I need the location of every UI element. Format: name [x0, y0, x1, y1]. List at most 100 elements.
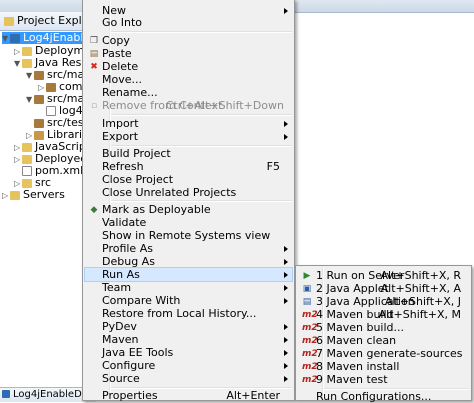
submenu-arrow-icon [284, 363, 288, 369]
submenu-arrow-icon [284, 259, 288, 265]
menu-item-import[interactable]: Import [85, 117, 292, 130]
submenu-arrow-icon [284, 376, 288, 382]
collapse-icon[interactable]: ▼ [26, 70, 34, 81]
menu-item-delete[interactable]: ✖ Delete [85, 60, 292, 73]
run-on-server-item[interactable]: ▶ 1 Run on Server Alt+Shift+X, R [298, 269, 469, 282]
maven-icon: m2 [302, 349, 318, 359]
menu-separator [111, 31, 292, 33]
expand-icon[interactable]: ▷ [26, 130, 34, 141]
file-icon [46, 106, 56, 116]
menu-item-restore-from-local-history[interactable]: Restore from Local History... [85, 307, 292, 320]
menu-item-properties[interactable]: Properties Alt+Enter [85, 389, 292, 402]
folder-icon [22, 178, 32, 188]
expand-icon[interactable]: ▷ [14, 142, 22, 153]
menu-item-configure[interactable]: Configure [85, 359, 292, 372]
maven-test-item[interactable]: m2 9 Maven test [298, 373, 469, 386]
submenu-arrow-icon [284, 324, 288, 330]
project-icon [10, 33, 20, 43]
menu-item-show-in-remote-systems[interactable]: Show in Remote Systems view [85, 229, 292, 242]
file-icon [22, 166, 32, 176]
tree-item-src[interactable]: ▷ src [14, 177, 51, 189]
folder-icon [22, 142, 32, 152]
menu-item-source[interactable]: Source [85, 372, 292, 385]
menu-item-debug-as[interactable]: Debug As [85, 255, 292, 268]
submenu-arrow-icon [284, 272, 288, 278]
maven-icon: m2 [302, 362, 318, 372]
menu-item-close-unrelated-projects[interactable]: Close Unrelated Projects [85, 186, 292, 199]
run-as-submenu: ▶ 1 Run on Server Alt+Shift+X, R ▣ 2 Java A… [295, 265, 472, 403]
java-applet-item[interactable]: ▣ 2 Java Applet Alt+Shift+X, A [298, 282, 469, 295]
menu-separator [111, 114, 292, 116]
maven-build-dialog-item[interactable]: m2 5 Maven build... [298, 321, 469, 334]
menu-item-java-ee-tools[interactable]: Java EE Tools [85, 346, 292, 359]
context-menu: New Go Into ❐ Copy ▤ Paste ✖ Delete Move...… [82, 0, 295, 402]
project-icon [2, 390, 10, 398]
menu-item-close-project[interactable]: Close Project [85, 173, 292, 186]
submenu-arrow-icon [284, 246, 288, 252]
submenu-arrow-icon [284, 350, 288, 356]
tree-item-servers[interactable]: ▷ Servers [2, 189, 65, 201]
menu-item-go-into[interactable]: Go Into [85, 16, 292, 29]
package-folder-icon [34, 118, 44, 128]
submenu-arrow-icon [284, 121, 288, 127]
run-configurations-item[interactable]: Run Configurations... [298, 390, 469, 403]
folder-icon [22, 154, 32, 164]
maven-generate-sources-item[interactable]: m2 7 Maven generate-sources [298, 347, 469, 360]
maven-build-item[interactable]: m2 4 Maven build Alt+Shift+X, M [298, 308, 469, 321]
maven-icon: m2 [302, 323, 318, 333]
menu-item-pydev[interactable]: PyDev [85, 320, 292, 333]
collapse-icon[interactable]: ▼ [26, 94, 34, 105]
paste-icon: ▤ [89, 49, 99, 59]
package-folder-icon [34, 94, 44, 104]
maven-icon: m2 [302, 310, 318, 320]
menu-item-export[interactable]: Export [85, 130, 292, 143]
tree-item-pom-xml[interactable]: pom.xml [14, 165, 83, 177]
maven-install-item[interactable]: m2 8 Maven install [298, 360, 469, 373]
expand-icon[interactable]: ▷ [14, 46, 22, 57]
menu-item-maven[interactable]: Maven [85, 333, 292, 346]
menu-item-team[interactable]: Team [85, 281, 292, 294]
server-run-icon: ▶ [303, 271, 311, 281]
menu-item-remove-from-context[interactable]: ▫ Remove from Context Ctrl+Alt+Shift+Down [85, 99, 292, 112]
menu-item-move[interactable]: Move... [85, 73, 292, 86]
menu-item-rename[interactable]: Rename... [85, 86, 292, 99]
submenu-arrow-icon [284, 337, 288, 343]
menu-item-run-as[interactable]: Run As [84, 267, 293, 282]
submenu-arrow-icon [284, 134, 288, 140]
expand-icon[interactable]: ▷ [14, 178, 22, 189]
submenu-arrow-icon [284, 285, 288, 291]
menu-item-validate[interactable]: Validate [85, 216, 292, 229]
project-explorer-icon [4, 16, 14, 26]
expand-icon[interactable]: ▷ [2, 190, 10, 201]
package-icon [46, 82, 56, 92]
menu-item-compare-with[interactable]: Compare With [85, 294, 292, 307]
delete-icon: ✖ [90, 62, 98, 72]
expand-icon[interactable]: ▷ [38, 82, 46, 93]
menu-separator [111, 200, 292, 202]
menu-item-paste[interactable]: ▤ Paste [85, 47, 292, 60]
submenu-arrow-icon [284, 298, 288, 304]
maven-icon: m2 [302, 375, 318, 385]
menu-item-profile-as[interactable]: Profile As [85, 242, 292, 255]
applet-icon: ▣ [302, 284, 312, 294]
java-application-item[interactable]: ▤ 3 Java Application Alt+Shift+X, J [298, 295, 469, 308]
library-icon [34, 130, 44, 140]
maven-icon: m2 [302, 336, 318, 346]
package-folder-icon [34, 70, 44, 80]
menu-item-build-project[interactable]: Build Project [85, 147, 292, 160]
copy-icon: ❐ [89, 36, 99, 46]
collapse-icon[interactable]: ▼ [2, 33, 10, 44]
folder-icon [22, 46, 32, 56]
java-app-icon: ▤ [302, 297, 312, 307]
maven-clean-item[interactable]: m2 6 Maven clean [298, 334, 469, 347]
expand-icon[interactable]: ▷ [14, 154, 22, 165]
menu-item-refresh[interactable]: Refresh F5 [85, 160, 292, 173]
collapse-icon[interactable]: ▼ [14, 58, 22, 69]
menu-item-copy[interactable]: ❐ Copy [85, 34, 292, 47]
folder-icon [22, 58, 32, 68]
deploy-icon: ◆ [90, 205, 98, 215]
submenu-arrow-icon [284, 8, 288, 14]
folder-icon [10, 190, 20, 200]
menu-item-mark-as-deployable[interactable]: ◆ Mark as Deployable [85, 203, 292, 216]
remove-context-icon: ▫ [90, 101, 98, 111]
